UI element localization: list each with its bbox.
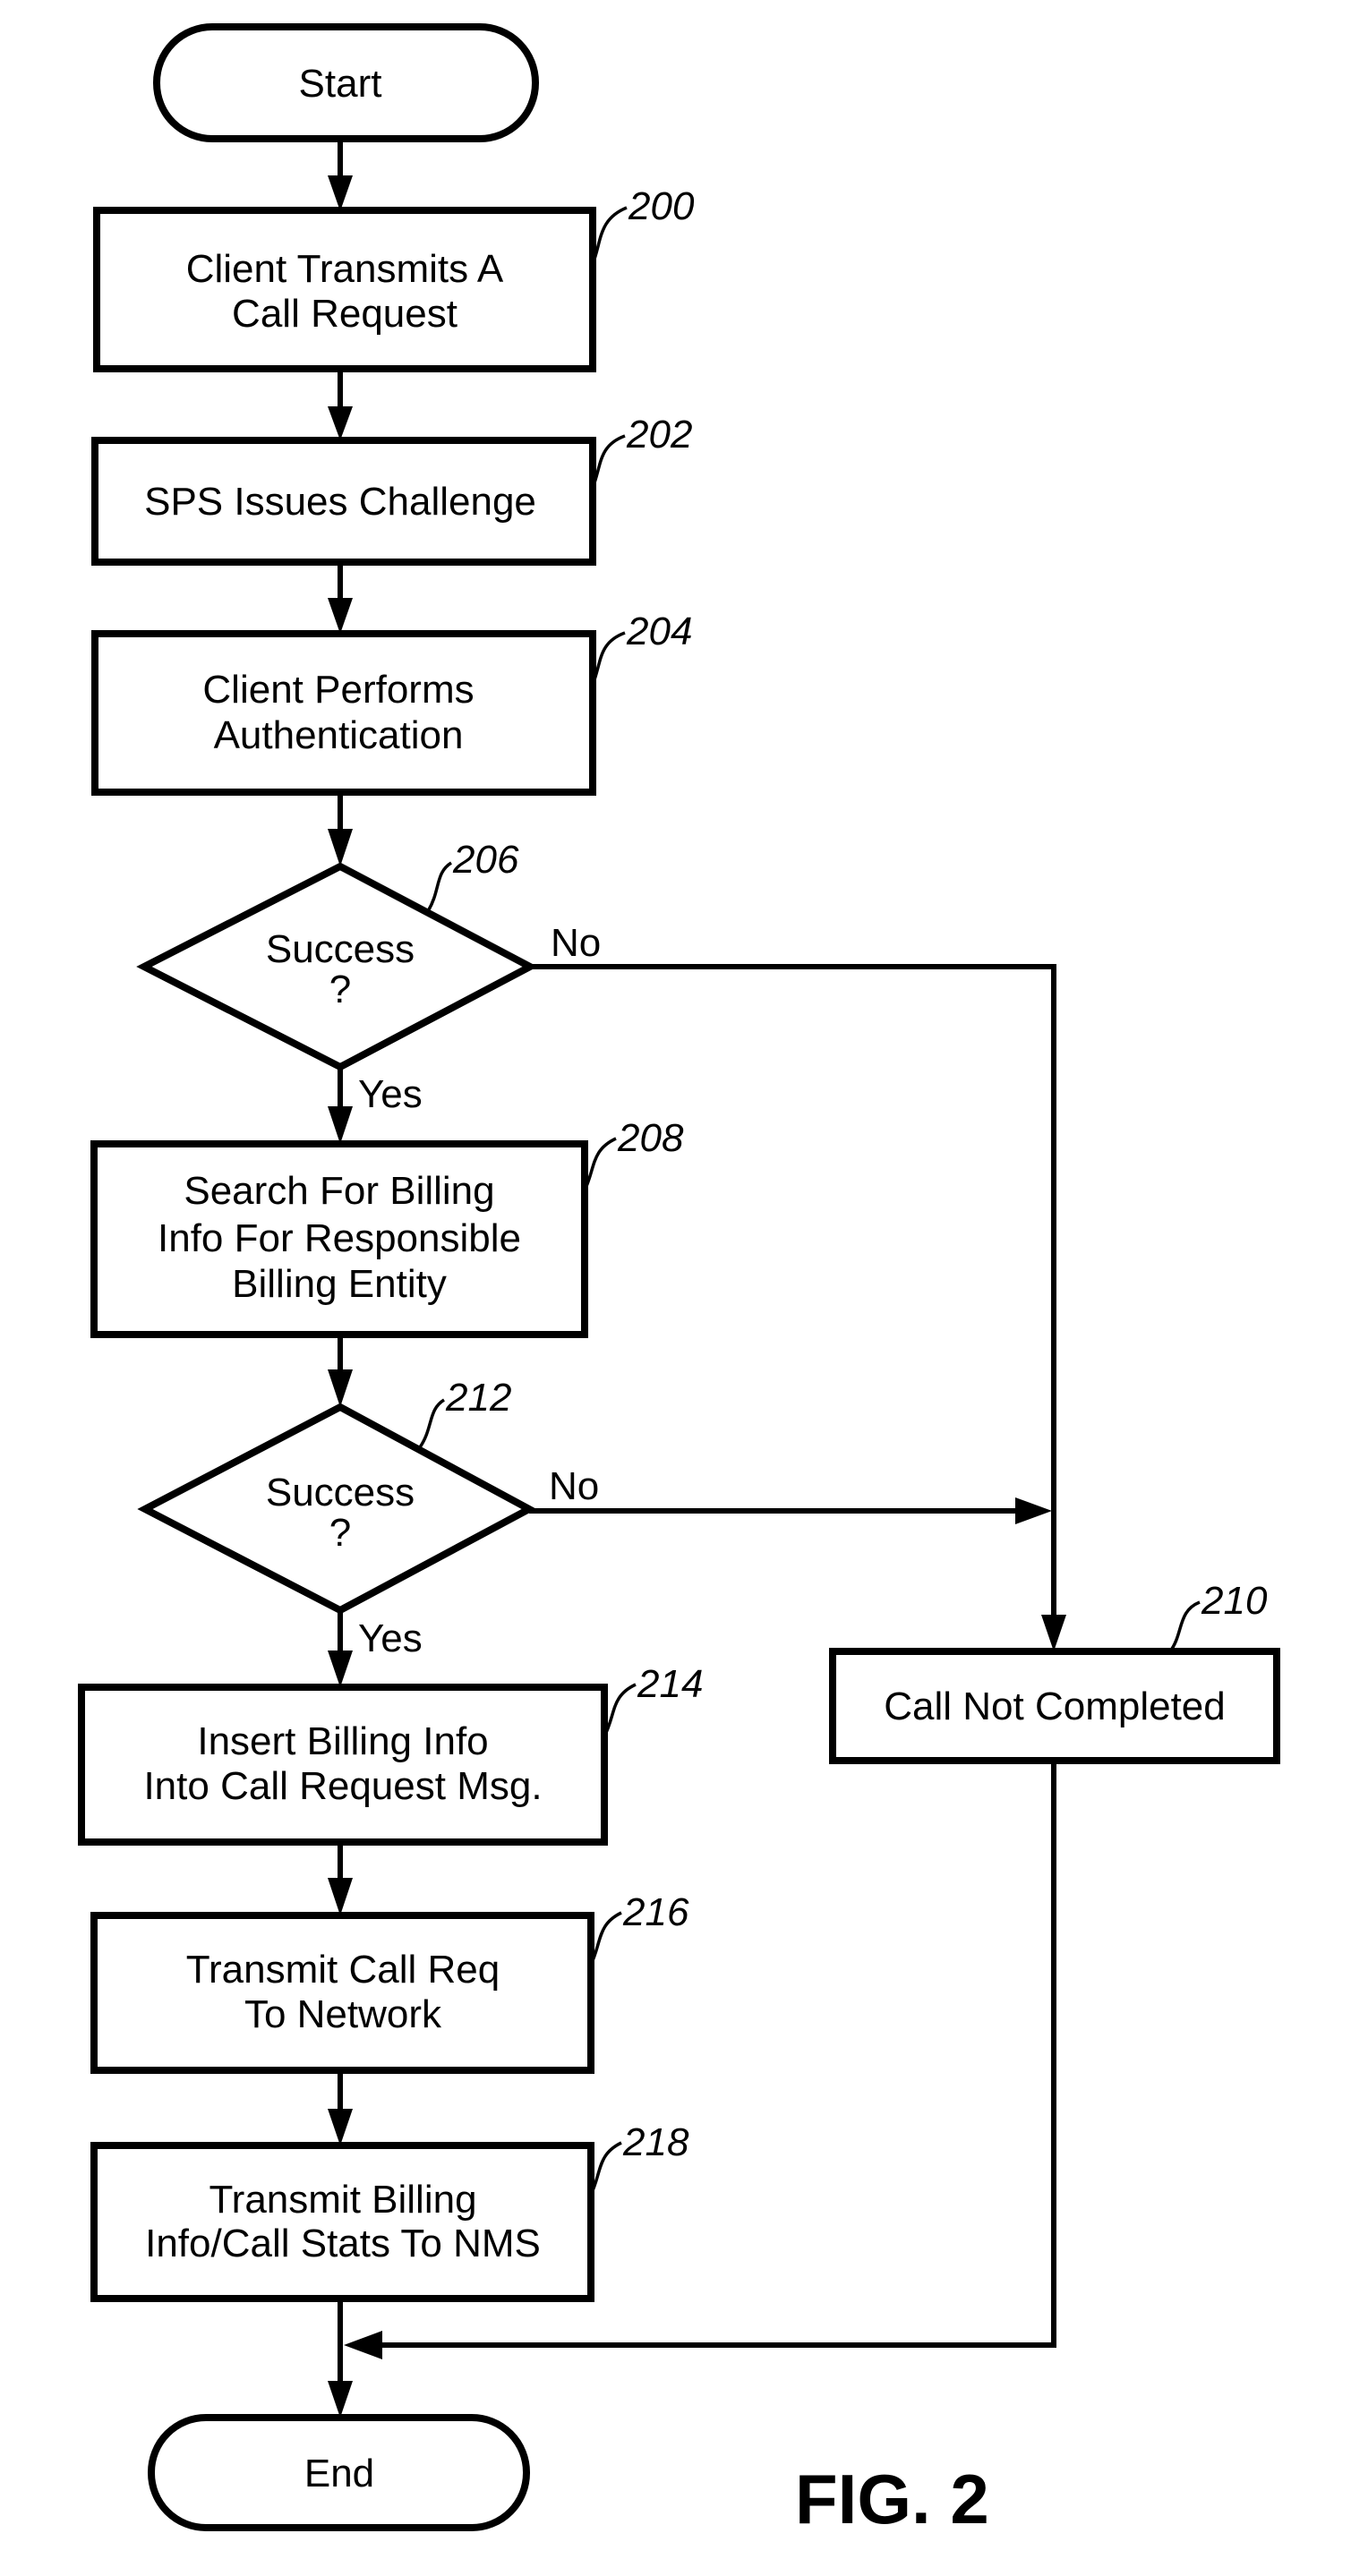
box-200-line-1: Client Transmits A	[186, 247, 504, 291]
box-204-line-1: Client Performs	[202, 668, 474, 712]
branch-label-212-no: No	[549, 1464, 599, 1508]
leader-208	[583, 1137, 617, 1191]
leader-218	[589, 2141, 622, 2196]
node-200: Client Transmits A Call Request 200	[93, 184, 695, 372]
diamond-206-line-2: ?	[329, 968, 351, 1011]
arrowhead-218	[328, 2109, 353, 2145]
arrowhead-212	[328, 1369, 353, 1407]
node-start: Start	[153, 23, 539, 142]
node-218: Transmit Billing Info/Call Stats To NMS …	[90, 2120, 689, 2302]
box-208-line-1: Search For Billing	[184, 1169, 494, 1213]
arrowhead-end	[328, 2381, 353, 2418]
arrowhead-200	[328, 175, 353, 211]
box-210-line-1: Call Not Completed	[884, 1685, 1226, 1728]
arrowhead-merge	[344, 2331, 382, 2359]
arrowhead-206	[328, 829, 353, 866]
diamond-212-line-2: ?	[329, 1511, 351, 1555]
node-212: Success ? 212 No Yes	[137, 1376, 599, 1660]
arrowhead-204	[328, 598, 353, 634]
box-208-line-2: Info For Responsible	[158, 1216, 521, 1260]
start-text: Start	[299, 62, 382, 106]
flowchart: Start Client Transmits A Call Request 20…	[78, 23, 1280, 2538]
leader-204	[591, 631, 626, 686]
arrowhead-202	[328, 406, 353, 440]
ref-label-204: 204	[626, 610, 692, 653]
box-218-line-2: Info/Call Stats To NMS	[145, 2222, 541, 2265]
box-202-line-1: SPS Issues Challenge	[144, 480, 536, 524]
diamond-206-line-1: Success	[266, 927, 415, 971]
arrowhead-216	[328, 1878, 353, 1915]
branch-label-206-no: No	[551, 921, 601, 965]
ref-label-216: 216	[622, 1890, 689, 1934]
leader-212	[418, 1398, 446, 1448]
node-202: SPS Issues Challenge 202	[91, 413, 692, 566]
end-text: End	[304, 2452, 374, 2495]
ref-label-212: 212	[445, 1376, 511, 1420]
arrowhead-210	[1041, 1615, 1066, 1651]
box-204-line-2: Authentication	[214, 713, 464, 757]
node-216: Transmit Call Req To Network 216	[90, 1890, 689, 2074]
branch-label-212-yes: Yes	[358, 1616, 423, 1660]
box-200-line-2: Call Request	[232, 292, 457, 336]
node-206: Success ? 206 No Yes	[136, 838, 601, 1116]
leader-202	[591, 434, 626, 489]
figure-caption: FIG. 2	[795, 2460, 989, 2538]
node-214: Insert Billing Info Into Call Request Ms…	[78, 1662, 703, 1846]
leader-200	[591, 206, 628, 265]
node-end: End	[148, 2414, 530, 2531]
arrowhead-214	[328, 1651, 353, 1687]
box-216-line-2: To Network	[244, 1992, 442, 2036]
branch-label-206-yes: Yes	[358, 1072, 423, 1116]
ref-label-208: 208	[617, 1116, 684, 1160]
ref-label-214: 214	[637, 1662, 703, 1706]
diamond-212-line-1: Success	[266, 1471, 415, 1514]
ref-label-210: 210	[1201, 1579, 1268, 1623]
ref-label-202: 202	[626, 413, 692, 456]
ref-label-200: 200	[628, 184, 695, 228]
leader-206	[426, 861, 453, 912]
arrowhead-208	[328, 1106, 353, 1144]
box-214-line-1: Insert Billing Info	[197, 1719, 488, 1763]
ref-label-218: 218	[622, 2120, 689, 2164]
leader-214	[603, 1683, 637, 1737]
leader-210	[1168, 1600, 1201, 1653]
node-208: Search For Billing Info For Responsible …	[90, 1116, 684, 1338]
arrowhead-212-no	[1015, 1497, 1052, 1524]
box-218-line-1: Transmit Billing	[209, 2178, 476, 2222]
box-216-line-1: Transmit Call Req	[186, 1948, 500, 1992]
box-208-line-3: Billing Entity	[232, 1262, 447, 1306]
leader-216	[589, 1911, 622, 1966]
box-214-line-2: Into Call Request Msg.	[143, 1764, 542, 1808]
ref-label-206: 206	[452, 838, 519, 882]
node-204: Client Performs Authentication 204	[91, 610, 692, 796]
